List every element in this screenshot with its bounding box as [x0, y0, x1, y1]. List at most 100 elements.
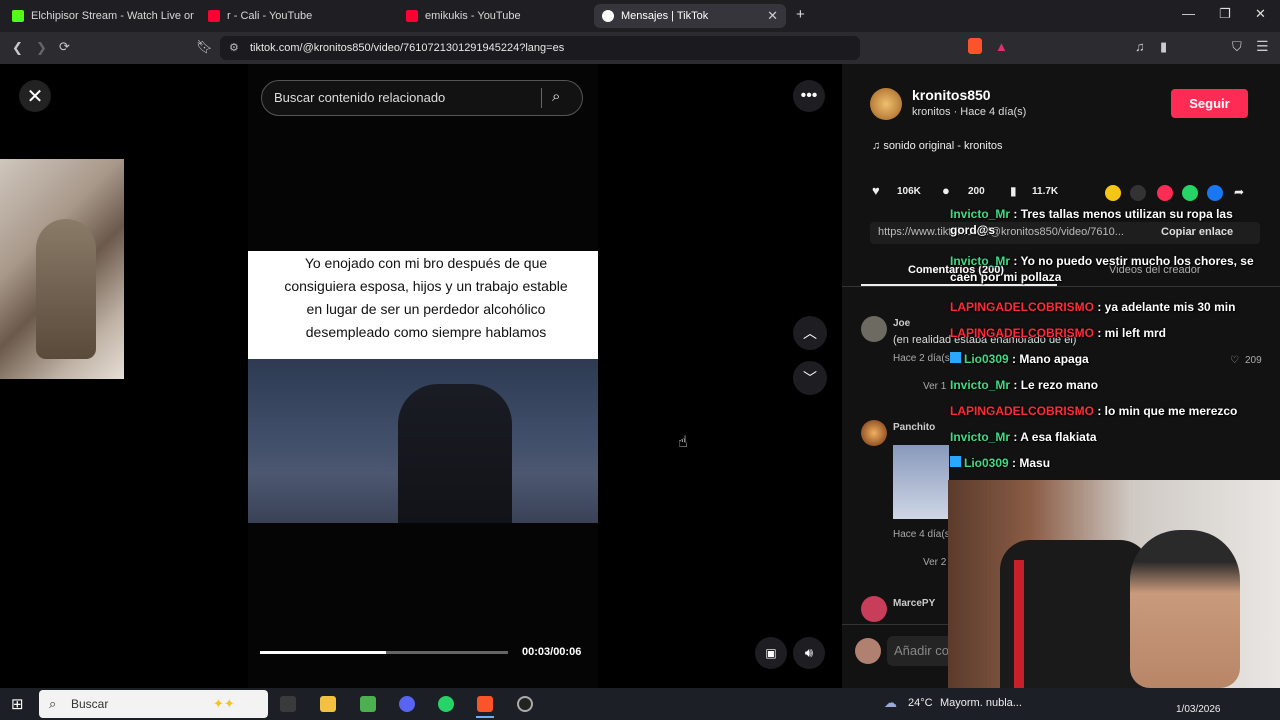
brave-shield-icon[interactable]	[968, 38, 982, 54]
view-replies[interactable]: Ver 1	[923, 381, 946, 392]
comment-icon[interactable]: ●	[942, 183, 950, 198]
share-friends-icon[interactable]	[1105, 185, 1121, 201]
chat-user: LAPINGADELCOBRISMO	[950, 326, 1094, 340]
site-info-icon[interactable]: ⚙	[229, 36, 239, 60]
video-time: 00:03/00:06	[522, 646, 582, 658]
tab-youtube-emikukis[interactable]: emikukis - YouTube	[398, 4, 588, 28]
chat-user: LAPINGADELCOBRISMO	[950, 300, 1094, 314]
kick-icon	[12, 10, 24, 22]
follow-button[interactable]: Seguir	[1171, 89, 1248, 118]
chevron-down-icon: ﹀	[803, 370, 817, 386]
chat-message: Invicto_Mr : A esa flakiata	[950, 430, 1097, 444]
chat-message: Lio0309 : Mano apaga	[950, 351, 1260, 367]
like-icon[interactable]: ♥	[872, 183, 880, 198]
browser-toolbar: ❮ ❯ ⟳ 🔖︎ ⚙ tiktok.com/@kronitos850/video…	[0, 32, 1280, 64]
bookmark-icon[interactable]: 🔖︎	[196, 39, 213, 55]
reload-icon[interactable]: ⟳	[59, 39, 70, 55]
search-divider	[541, 88, 542, 108]
tab-kick[interactable]: Elchipisor Stream - Watch Live on	[4, 4, 194, 28]
chat-message: LAPINGADELCOBRISMO : ya adelante mis 30 …	[950, 300, 1236, 314]
vpn-icon[interactable]: ⛉	[1232, 39, 1242, 55]
youtube-icon	[208, 10, 220, 22]
windows-start-icon[interactable]: ⊞	[11, 695, 24, 713]
tab-youtube-cali[interactable]: r - Cali - YouTube	[200, 4, 390, 28]
comment-author[interactable]: Panchito	[893, 422, 935, 433]
creator-meta: kronitos · Hace 4 día(s)	[912, 106, 1027, 118]
chair-stripe	[1014, 560, 1024, 688]
url-text: tiktok.com/@kronitos850/video/7610721301…	[250, 42, 565, 54]
active-app-indicator	[476, 716, 494, 718]
progress-fill	[260, 651, 386, 654]
tab-tiktok[interactable]: Mensajes | TikTok ✕	[594, 4, 786, 28]
close-window-button[interactable]: ✕	[1255, 6, 1266, 22]
cat-overlay-image	[0, 159, 124, 379]
youtube-icon	[406, 10, 418, 22]
obs-icon[interactable]	[517, 696, 533, 712]
minimize-button[interactable]: —	[1182, 6, 1195, 21]
task-view-icon[interactable]	[280, 696, 296, 712]
comment-time: Hace 4 día(s)	[893, 529, 954, 540]
file-explorer-icon[interactable]	[320, 696, 336, 712]
new-tab-button[interactable]: +	[796, 6, 805, 23]
next-video-button[interactable]: ﹀	[793, 361, 827, 395]
brave-icon[interactable]	[477, 696, 493, 712]
previous-video-button[interactable]: ︿	[793, 316, 827, 350]
send-icon[interactable]	[1157, 185, 1173, 201]
chat-user: Lio0309	[964, 456, 1009, 470]
comment-image[interactable]	[893, 445, 949, 519]
comment-author[interactable]: Joe	[893, 318, 910, 329]
related-search-input[interactable]: Buscar contenido relacionado	[261, 80, 583, 116]
view-replies[interactable]: Ver 2	[923, 557, 946, 568]
tab-label: Elchipisor Stream - Watch Live on	[31, 10, 194, 22]
floating-player-button[interactable]: ▣	[755, 637, 787, 669]
tab-divider	[842, 286, 1280, 287]
volume-button[interactable]: 🔊︎	[793, 637, 825, 669]
chat-user: Invicto_Mr	[950, 378, 1011, 392]
creator-username[interactable]: kronitos850	[912, 87, 991, 103]
chevron-up-icon: ︿	[803, 325, 817, 341]
taskbar-search-label: Buscar	[71, 697, 109, 711]
comment-avatar[interactable]	[861, 596, 887, 622]
whatsapp-icon[interactable]	[1182, 185, 1198, 201]
chat-text: Masu	[1019, 456, 1051, 470]
maximize-button[interactable]: ❐	[1219, 6, 1231, 22]
media-icon[interactable]: ♫	[1135, 39, 1145, 54]
video-figure	[398, 384, 512, 523]
search-icon[interactable]: ⌕	[552, 88, 560, 105]
video-caption: Yo enojado con mi bro después de que con…	[284, 255, 568, 340]
taskbar-date[interactable]: 1/03/2026	[1176, 704, 1221, 715]
cat-figure	[36, 219, 96, 359]
back-icon[interactable]: ❮	[12, 40, 23, 56]
sidebar-icon[interactable]: ▮	[1160, 39, 1167, 55]
tab-label: emikukis - YouTube	[425, 10, 521, 22]
comment-avatar[interactable]	[861, 316, 887, 342]
close-video-button[interactable]: ✕	[19, 80, 51, 112]
streamer-figure	[1130, 530, 1240, 688]
address-bar[interactable]: ⚙ tiktok.com/@kronitos850/video/76107213…	[220, 36, 860, 60]
creator-avatar[interactable]	[870, 88, 902, 120]
music-row[interactable]: ♫ sonido original - kronitos	[872, 140, 1003, 152]
menu-icon[interactable]: ☰	[1256, 38, 1269, 55]
chat-text: Mano apaga	[1019, 352, 1089, 366]
forward-icon[interactable]: ❯	[36, 40, 47, 56]
comment-avatar[interactable]	[861, 420, 887, 446]
save-icon[interactable]: ▮	[1010, 184, 1017, 198]
brave-rewards-icon[interactable]: ▲	[995, 39, 1008, 54]
comment-count: 200	[968, 186, 985, 197]
embed-icon[interactable]	[1130, 185, 1146, 201]
music-title: sonido original - kronitos	[883, 140, 1003, 152]
facebook-icon[interactable]	[1207, 185, 1223, 201]
browser-tab-strip: Elchipisor Stream - Watch Live on r - Ca…	[0, 0, 1280, 32]
like-count: 106K	[897, 186, 921, 197]
chat-text: ya adelante mis 30 min	[1104, 300, 1236, 314]
discord-icon[interactable]	[399, 696, 415, 712]
share-arrow-icon[interactable]: ➦	[1234, 185, 1244, 199]
weather-temp[interactable]: 24°C	[908, 697, 933, 709]
minecraft-icon[interactable]	[360, 696, 376, 712]
more-options-button[interactable]: •••	[793, 80, 825, 112]
chat-message: Invicto_Mr : Tres tallas menos utilizan …	[950, 207, 1233, 237]
close-tab-icon[interactable]: ✕	[767, 8, 778, 24]
weather-text[interactable]: Mayorm. nubla...	[940, 697, 1022, 709]
comment-author[interactable]: MarcePY	[893, 598, 935, 609]
whatsapp-icon[interactable]	[438, 696, 454, 712]
